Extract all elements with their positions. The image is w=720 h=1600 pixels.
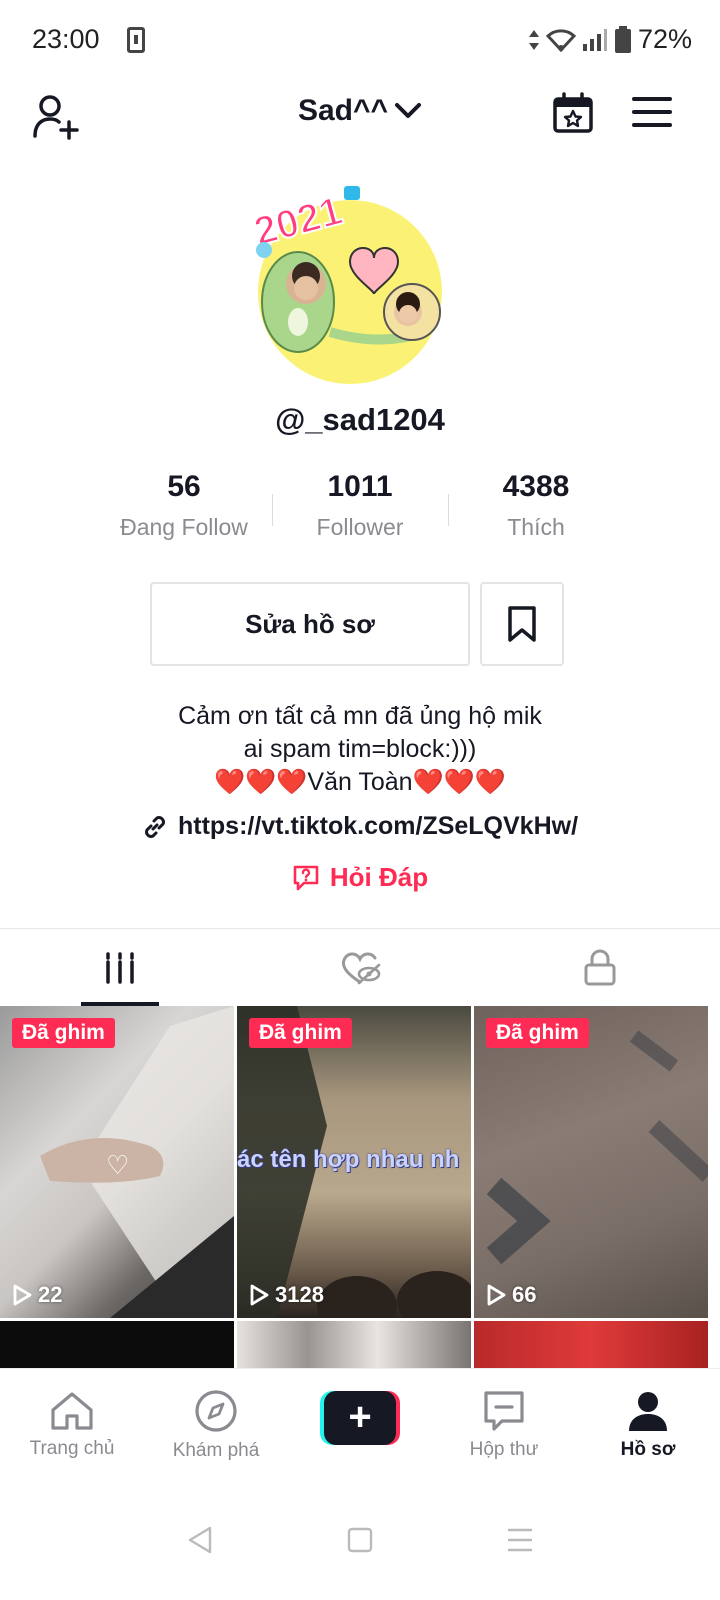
nav-create[interactable]: + [288, 1369, 432, 1480]
nav-discover[interactable]: Khám phá [144, 1369, 288, 1480]
followers-label: Follower [316, 514, 404, 540]
tab-private[interactable] [480, 929, 720, 1006]
video-thumbnail-art [486, 1030, 708, 1265]
profile-tabs [0, 928, 720, 1006]
view-count: 3128 [249, 1282, 324, 1308]
profile-person-icon [629, 1391, 667, 1431]
view-count: 66 [486, 1282, 536, 1308]
inbox-message-icon [484, 1390, 524, 1431]
wifi-icon [545, 28, 576, 52]
battery-icon [614, 25, 631, 53]
pinned-badge: Đã ghim [486, 1018, 589, 1048]
avatar[interactable]: 2021 [250, 172, 450, 387]
back-triangle-icon[interactable] [186, 1525, 214, 1555]
compass-icon [195, 1389, 237, 1432]
play-icon [250, 1284, 269, 1306]
bookmark-icon [508, 606, 536, 642]
hidden-heart-icon [341, 952, 381, 984]
header-username: Sad^^ [297, 94, 389, 127]
qa-button[interactable]: Hỏi Đáp [0, 862, 720, 893]
nav-home-label: Trang chủ [29, 1437, 115, 1459]
status-indicators: 72% [528, 24, 692, 55]
plus-icon: + [324, 1390, 396, 1445]
home-icon [51, 1391, 93, 1430]
edit-profile-button[interactable]: Sửa hồ sơ [150, 582, 470, 666]
video-thumbnail[interactable]: ♡ Đã ghim 22 [0, 1006, 234, 1318]
profile-bio: Cảm ơn tất cả mn đã ủng hộ mik ai spam t… [0, 700, 720, 799]
pinned-badge: Đã ghim [12, 1018, 115, 1048]
system-nav-bar [0, 1480, 720, 1600]
account-switcher[interactable]: Sad^^ [0, 94, 720, 128]
nav-inbox-label: Hộp thư [469, 1438, 539, 1460]
lock-icon [584, 949, 616, 985]
qa-label: Hỏi Đáp [329, 862, 429, 892]
data-arrows-icon [528, 29, 539, 50]
likes-stat[interactable]: 4388 Thích [448, 470, 624, 550]
profile-handle: @_sad1204 [275, 402, 445, 437]
bio-line: ❤️❤️❤️Văn Toàn❤️❤️❤️ [214, 768, 506, 796]
profile-link-text: https://vt.tiktok.com/ZSeLQVkHw/ [177, 812, 579, 840]
nav-profile-label: Hồ sơ [620, 1438, 676, 1460]
view-count-value: 3128 [275, 1282, 324, 1307]
video-thumbnail[interactable]: ác tên hợp nhau nh Đã ghim 3128 [237, 1006, 471, 1318]
battery-percent: 72% [637, 24, 692, 54]
status-bar: 23:00 72% [0, 0, 720, 80]
nav-home[interactable]: Trang chủ [0, 1369, 144, 1480]
bio-line: Cảm ơn tất cả mn đã ủng hộ mik [178, 702, 542, 730]
profile-stats: 56 Đang Follow 1011 Follower 4388 Thích [96, 470, 624, 550]
favorites-button[interactable] [480, 582, 564, 666]
link-icon [145, 815, 165, 838]
following-stat[interactable]: 56 Đang Follow [96, 470, 272, 550]
calendar-star-icon[interactable] [552, 92, 594, 134]
video-grid: ♡ Đã ghim 22 ác tên hợp nhau nh Đã ghim … [0, 1006, 720, 1371]
video-thumbnail[interactable] [0, 1321, 234, 1371]
create-button: + [320, 1390, 400, 1445]
view-count: 22 [12, 1282, 62, 1308]
video-thumbnail[interactable]: Đã ghim 66 [474, 1006, 708, 1318]
phone-notification-icon [127, 27, 145, 53]
grid-icon [106, 951, 134, 984]
profile-header: Sad^^ [0, 80, 720, 150]
bio-line: ai spam tim=block:))) [243, 735, 477, 763]
profile-link[interactable]: https://vt.tiktok.com/ZSeLQVkHw/ [0, 812, 720, 841]
followers-count: 1011 [327, 470, 393, 503]
following-count: 56 [167, 470, 201, 503]
view-count-value: 66 [512, 1282, 537, 1307]
home-square-icon[interactable] [347, 1527, 373, 1553]
play-icon [487, 1284, 506, 1306]
video-thumbnail[interactable] [237, 1321, 471, 1371]
view-count-value: 22 [38, 1282, 63, 1307]
bottom-nav: Trang chủ Khám phá + Hộp thư Hồ sơ [0, 1368, 720, 1480]
recents-menu-icon[interactable] [506, 1527, 534, 1553]
nav-discover-label: Khám phá [172, 1439, 260, 1461]
followers-stat[interactable]: 1011 Follower [272, 470, 448, 550]
tab-liked[interactable] [240, 929, 480, 1006]
pinned-badge: Đã ghim [249, 1018, 352, 1048]
nav-inbox[interactable]: Hộp thư [432, 1369, 576, 1480]
video-overlay-text: ác tên hợp nhau nh [237, 1146, 460, 1173]
tab-videos[interactable] [0, 929, 240, 1006]
video-overlay-text: ♡ [106, 1150, 130, 1180]
chevron-down-icon [395, 103, 422, 118]
likes-count: 4388 [502, 470, 570, 503]
question-bubble-icon [293, 865, 319, 890]
signal-icon [582, 28, 607, 51]
menu-icon[interactable] [632, 96, 672, 128]
likes-label: Thích [507, 514, 565, 540]
video-thumbnail[interactable] [474, 1321, 708, 1371]
following-label: Đang Follow [120, 514, 248, 540]
nav-profile[interactable]: Hồ sơ [576, 1369, 720, 1480]
play-icon [13, 1284, 32, 1306]
status-time: 23:00 [32, 24, 100, 54]
